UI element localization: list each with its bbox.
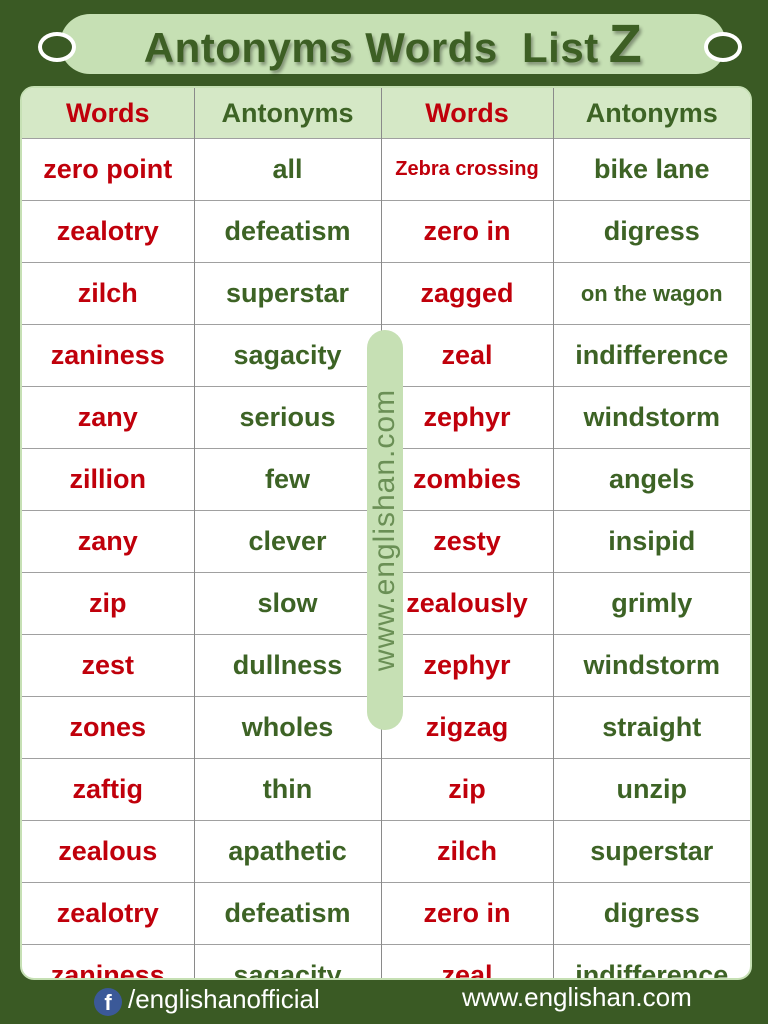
antonym-cell: indifference bbox=[553, 324, 750, 387]
title-letter: Z bbox=[608, 14, 643, 74]
antonym-cell: sagacity bbox=[194, 324, 382, 387]
word-cell: zombies bbox=[381, 448, 554, 511]
word-cell: zaftig bbox=[22, 758, 195, 821]
antonym-cell: thin bbox=[194, 758, 382, 821]
word-cell: zigzag bbox=[381, 696, 554, 759]
word-cell: zaniness bbox=[22, 944, 195, 978]
antonym-cell: windstorm bbox=[553, 386, 750, 449]
table-row: zealous apathetic zilch superstar bbox=[22, 820, 750, 883]
antonym-cell: clever bbox=[194, 510, 382, 573]
table-row: zilch superstar zagged on the wagon bbox=[22, 262, 750, 325]
word-cell: zero point bbox=[22, 138, 195, 201]
header-words-2: Words bbox=[381, 88, 554, 139]
antonym-cell: bike lane bbox=[553, 138, 750, 201]
word-cell: zesty bbox=[381, 510, 554, 573]
facebook-handle: /englishanofficial bbox=[128, 984, 320, 1014]
antonym-cell: superstar bbox=[553, 820, 750, 883]
antonym-cell: few bbox=[194, 448, 382, 511]
word-cell: zero in bbox=[381, 200, 554, 263]
watermark-text: www.englishan.com bbox=[368, 388, 401, 672]
antonym-cell: digress bbox=[553, 882, 750, 945]
word-cell: zip bbox=[381, 758, 554, 821]
antonym-cell: sagacity bbox=[194, 944, 382, 978]
word-cell: zealotry bbox=[22, 200, 195, 263]
word-cell: zany bbox=[22, 510, 195, 573]
word-cell: zany bbox=[22, 386, 195, 449]
table-header-row: Words Antonyms Words Antonyms bbox=[22, 88, 750, 139]
antonym-cell: grimly bbox=[553, 572, 750, 635]
antonym-cell: windstorm bbox=[553, 634, 750, 697]
word-cell: zealotry bbox=[22, 882, 195, 945]
title-banner: Antonyms Words List Z bbox=[60, 14, 726, 74]
word-cell: zilch bbox=[381, 820, 554, 883]
antonym-cell: defeatism bbox=[194, 882, 382, 945]
word-cell: zealously bbox=[381, 572, 554, 635]
word-cell: zillion bbox=[22, 448, 195, 511]
word-cell: zealous bbox=[22, 820, 195, 883]
word-cell: zephyr bbox=[381, 386, 554, 449]
antonym-cell: superstar bbox=[194, 262, 382, 325]
antonym-cell: all bbox=[194, 138, 382, 201]
word-cell: zagged bbox=[381, 262, 554, 325]
ring-right-decoration bbox=[704, 32, 742, 62]
facebook-icon: f bbox=[94, 988, 122, 1016]
table-row: zero point all Zebra crossing bike lane bbox=[22, 138, 750, 201]
table-row: zaniness sagacity zeal indifference bbox=[22, 944, 750, 978]
word-cell: zest bbox=[22, 634, 195, 697]
website-url: www.englishan.com bbox=[462, 982, 692, 1012]
antonym-cell: slow bbox=[194, 572, 382, 635]
table-row: zealotry defeatism zero in digress bbox=[22, 200, 750, 263]
header-words-1: Words bbox=[22, 88, 195, 139]
word-cell: zaniness bbox=[22, 324, 195, 387]
ring-left-decoration bbox=[38, 32, 76, 62]
table-row: zealotry defeatism zero in digress bbox=[22, 882, 750, 945]
antonym-cell: unzip bbox=[553, 758, 750, 821]
word-cell: zeal bbox=[381, 944, 554, 978]
antonym-cell: digress bbox=[553, 200, 750, 263]
antonym-cell: indifference bbox=[553, 944, 750, 978]
word-cell: zones bbox=[22, 696, 195, 759]
antonym-cell: apathetic bbox=[194, 820, 382, 883]
header-antonyms-1: Antonyms bbox=[194, 88, 382, 139]
word-cell: zip bbox=[22, 572, 195, 635]
antonym-cell: straight bbox=[553, 696, 750, 759]
page-title: Antonyms Words List Z bbox=[144, 13, 642, 75]
antonym-cell: dullness bbox=[194, 634, 382, 697]
antonym-cell: wholes bbox=[194, 696, 382, 759]
header-antonyms-2: Antonyms bbox=[553, 88, 750, 139]
word-cell: zephyr bbox=[381, 634, 554, 697]
watermark: www.englishan.com bbox=[367, 330, 403, 730]
word-cell: Zebra crossing bbox=[381, 138, 554, 201]
antonym-cell: serious bbox=[194, 386, 382, 449]
antonym-cell: insipid bbox=[553, 510, 750, 573]
word-cell: zero in bbox=[381, 882, 554, 945]
footer: f /englishanofficial www.englishan.com bbox=[0, 980, 768, 1024]
word-cell: zilch bbox=[22, 262, 195, 325]
title-text: Antonyms Words List bbox=[143, 24, 599, 71]
word-cell: zeal bbox=[381, 324, 554, 387]
antonym-cell: angels bbox=[553, 448, 750, 511]
table-row: zaftig thin zip unzip bbox=[22, 758, 750, 821]
antonym-cell: on the wagon bbox=[553, 262, 750, 325]
antonym-cell: defeatism bbox=[194, 200, 382, 263]
